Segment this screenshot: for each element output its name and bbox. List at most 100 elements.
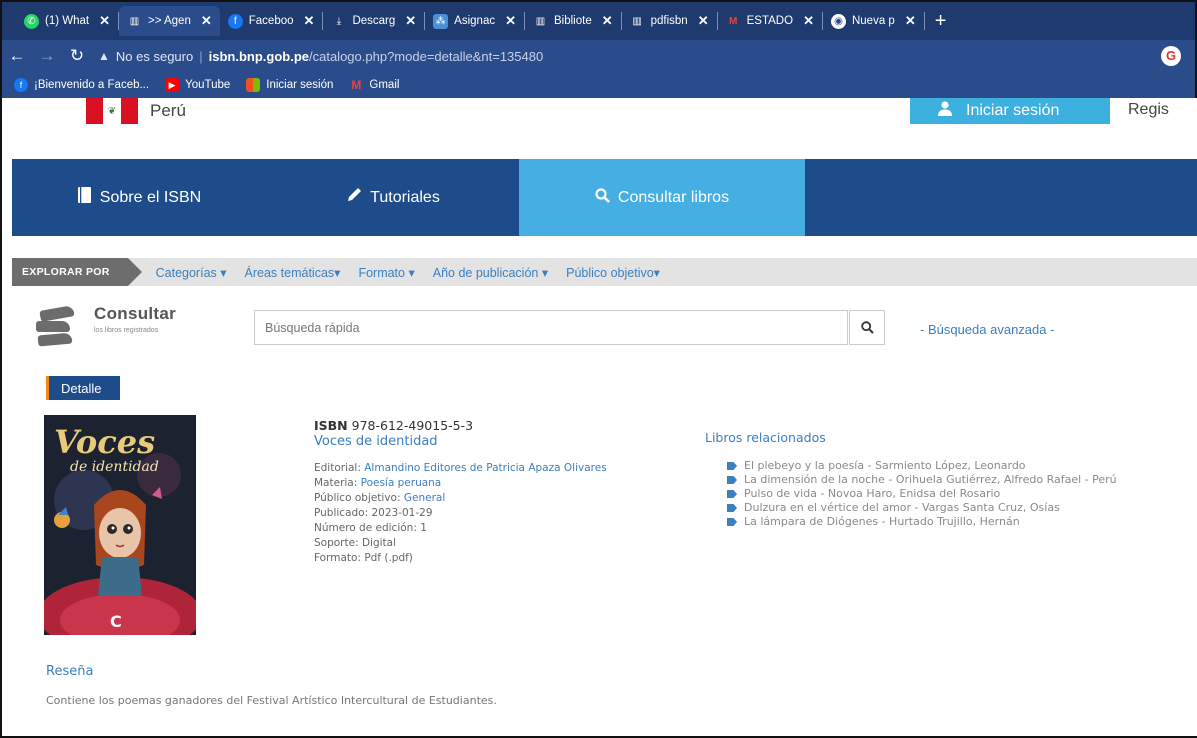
login-label: Iniciar sesión — [966, 102, 1060, 119]
close-icon[interactable]: ✕ — [304, 13, 315, 29]
close-icon[interactable]: ✕ — [505, 13, 516, 29]
explore-anio-publicacion[interactable]: Año de publicación ▾ — [433, 265, 548, 280]
browser-tab-asignacion[interactable]: ⁂ Asignac ✕ — [425, 6, 524, 36]
isbn-value: 978-612-49015-5-3 — [351, 418, 474, 433]
main-navigation: Sobre el ISBN Tutoriales Consultar libro… — [12, 159, 1197, 236]
chrome-icon: ◉ — [830, 13, 846, 29]
google-profile-icon[interactable]: G — [1161, 46, 1181, 66]
related-item[interactable]: La dimensión de la noche - Orihuela Guti… — [727, 473, 1117, 487]
explore-areas-tematicas[interactable]: Áreas temáticas▾ — [245, 265, 341, 280]
related-item[interactable]: El plebeyo y la poesía - Sarmiento López… — [727, 459, 1117, 473]
tag-icon — [727, 504, 737, 512]
related-item[interactable]: Dulzura en el vértice del amor - Vargas … — [727, 501, 1117, 515]
warning-icon[interactable]: ▲ — [98, 49, 110, 63]
tab-title: Faceboo — [248, 15, 294, 27]
browser-tab-nueva[interactable]: ◉ Nueva p ✕ — [823, 6, 924, 36]
url-field[interactable]: ▲ No es seguro | isbn.bnp.gob.pe/catalog… — [98, 43, 543, 69]
bookmark-label: Gmail — [369, 79, 400, 91]
book-icon — [77, 187, 92, 208]
books-stack-icon — [36, 305, 75, 347]
cover-subtitle: de identidad — [70, 459, 159, 475]
close-icon[interactable]: ✕ — [602, 13, 613, 29]
related-item[interactable]: La lámpara de Diógenes - Hurtado Trujill… — [727, 515, 1117, 529]
tab-title: Nueva p — [851, 15, 895, 27]
isbn-logo-icon: ▥ — [535, 15, 546, 27]
register-link[interactable]: Regis — [1128, 101, 1169, 119]
isbn-logo-icon: ▥ — [632, 15, 642, 27]
consult-logo: Consultar los libros registrados — [30, 304, 190, 350]
peru-flag-icon: ❦ — [86, 98, 138, 124]
materia-link[interactable]: Poesía peruana — [361, 477, 442, 489]
bookmarks-bar: f ¡Bienvenido a Faceb... ▶ YouTube Inici… — [0, 72, 1197, 98]
isbn-logo-icon: ▥ — [129, 15, 140, 27]
tab-detalle[interactable]: Detalle — [46, 376, 120, 400]
book-title: Voces de identidad — [314, 434, 438, 449]
security-label[interactable]: No es seguro — [116, 49, 193, 64]
gmail-icon: M — [728, 15, 738, 27]
consult-title: Consultar — [94, 304, 177, 323]
close-icon[interactable]: ✕ — [698, 13, 709, 29]
browser-tab-strip: ✆ (1) What ✕ ▥ >> Agen ✕ f Faceboo ✕ ⤓ D… — [0, 0, 1197, 40]
login-button[interactable]: Iniciar sesión — [910, 98, 1110, 124]
browser-tab-facebook[interactable]: f Faceboo ✕ — [220, 6, 323, 36]
new-tab-button[interactable]: + — [925, 10, 957, 33]
nav-label: Sobre el ISBN — [99, 188, 202, 206]
consult-subtitle: los libros registrados — [94, 327, 159, 334]
related-item[interactable]: Pulso de vida - Novoa Haro, Enidsa del R… — [727, 487, 1117, 501]
bookmark-label: Iniciar sesión — [266, 79, 334, 91]
search-icon — [860, 321, 874, 334]
tab-title: pdfisbn — [650, 15, 688, 27]
nav-tutoriales[interactable]: Tutoriales — [267, 159, 519, 236]
explore-formato[interactable]: Formato ▾ — [358, 265, 414, 280]
quick-search-input[interactable]: Búsqueda rápida — [254, 310, 848, 345]
explore-label: EXPLORAR POR — [12, 258, 142, 286]
related-books: Libros relacionados El plebeyo y la poes… — [705, 430, 1117, 529]
browser-tab-agencia[interactable]: ▥ >> Agen ✕ — [119, 6, 220, 36]
browser-tab-whatsapp[interactable]: ✆ (1) What ✕ — [16, 6, 118, 36]
related-title: Libros relacionados — [705, 430, 826, 445]
pencil-icon — [346, 187, 362, 208]
whatsapp-icon: ✆ — [24, 13, 39, 29]
tab-title: >> Agen — [148, 15, 191, 27]
search-button[interactable] — [849, 310, 885, 345]
close-icon[interactable]: ✕ — [405, 13, 416, 29]
editorial-link[interactable]: Almandino Editores de Patricia Apaza Oli… — [364, 462, 606, 474]
publico-link[interactable]: General — [404, 492, 445, 504]
bookmark-gmail[interactable]: M Gmail — [349, 78, 399, 92]
address-bar: ← → ↻ ▲ No es seguro | isbn.bnp.gob.pe/c… — [0, 40, 1197, 72]
meta-edicion: Número de edición: 1 — [314, 522, 427, 534]
user-icon — [938, 101, 952, 121]
back-arrow-icon[interactable]: ← — [2, 46, 32, 66]
explore-categorias[interactable]: Categorías ▾ — [156, 265, 227, 280]
download-icon: ⤓ — [336, 15, 342, 27]
nav-sobre-isbn[interactable]: Sobre el ISBN — [12, 159, 267, 236]
close-icon[interactable]: ✕ — [905, 13, 916, 29]
cover-title: Voces — [54, 423, 156, 461]
bookmark-facebook[interactable]: f ¡Bienvenido a Faceb... — [14, 78, 149, 92]
browser-tab-estado[interactable]: M ESTADO ✕ — [718, 6, 822, 36]
meta-materia: Materia: Poesía peruana — [314, 477, 442, 489]
close-icon[interactable]: ✕ — [99, 13, 110, 29]
bookmark-youtube[interactable]: ▶ YouTube — [165, 78, 230, 92]
facebook-icon: f — [14, 78, 28, 92]
forward-arrow-icon[interactable]: → — [32, 46, 62, 66]
browser-tab-pdfisbn[interactable]: ▥ pdfisbn ✕ — [622, 6, 717, 36]
meta-soporte: Soporte: Digital — [314, 537, 397, 549]
book-metadata: Editorial: Almandino Editores de Patrici… — [314, 461, 607, 566]
reload-icon[interactable]: ↻ — [62, 46, 92, 66]
close-icon[interactable]: ✕ — [803, 13, 814, 29]
url-divider: | — [199, 48, 203, 64]
tab-title: ESTADO — [746, 15, 794, 27]
meta-publicado: Publicado: 2023-01-29 — [314, 507, 433, 519]
tag-icon — [727, 490, 737, 498]
browser-tab-biblioteca[interactable]: ▥ Bibliote ✕ — [525, 6, 621, 36]
nav-consultar-libros[interactable]: Consultar libros — [519, 159, 805, 236]
advanced-search-link[interactable]: - Búsqueda avanzada - — [920, 322, 1054, 337]
explore-publico-objetivo[interactable]: Público objetivo▾ — [566, 265, 660, 280]
page-viewport: ❦ Perú Iniciar sesión Regis Sobre el ISB… — [0, 98, 1197, 738]
svg-text:C: C — [110, 612, 122, 631]
meta-formato: Formato: Pdf (.pdf) — [314, 552, 413, 564]
browser-tab-descargas[interactable]: ⤓ Descarg ✕ — [323, 6, 424, 36]
bookmark-microsoft-login[interactable]: Iniciar sesión — [246, 78, 333, 92]
close-icon[interactable]: ✕ — [201, 13, 212, 29]
